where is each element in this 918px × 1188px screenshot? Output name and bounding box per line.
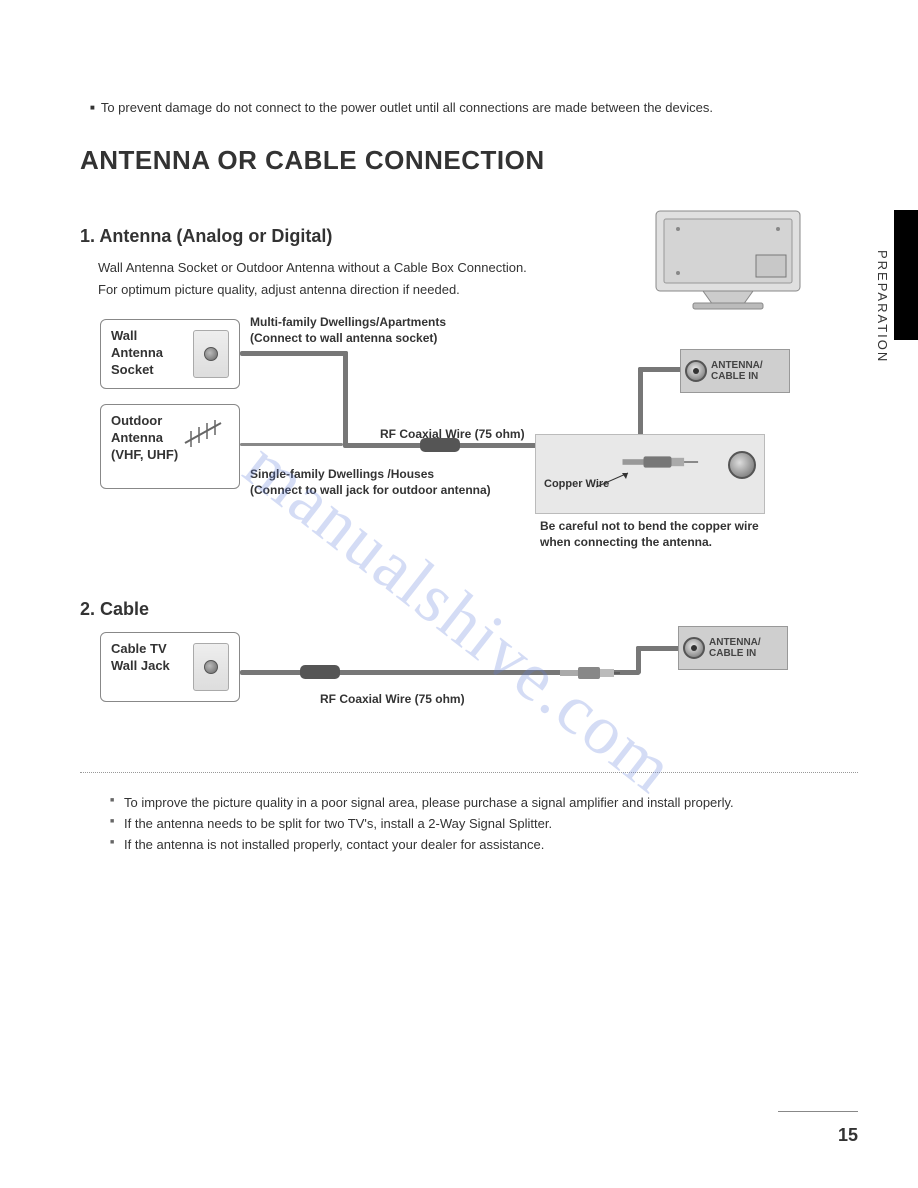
arrow-icon xyxy=(596,471,636,491)
copper-wire-warning: Be careful not to bend the copper wire w… xyxy=(540,519,780,550)
antenna-cable-in-port: ANTENNA/ CABLE IN xyxy=(680,349,790,393)
tv-back-illustration xyxy=(648,205,808,315)
divider xyxy=(80,772,858,773)
wall-antenna-socket-box: Wall Antenna Socket xyxy=(100,319,240,389)
single-family-note: Single-family Dwellings /Houses (Connect… xyxy=(250,467,491,498)
outdoor-antenna-box: Outdoor Antenna (VHF, UHF) xyxy=(100,404,240,489)
page-number: 15 xyxy=(838,1125,858,1146)
cable-connection-diagram: Cable TV Wall Jack ANTENNA/ CABLE IN RF … xyxy=(80,632,858,742)
top-warning-note: To prevent damage do not connect to the … xyxy=(80,100,858,115)
cable-segment xyxy=(343,351,348,446)
ferrite-core-icon xyxy=(300,665,340,679)
note-item: If the antenna is not installed properly… xyxy=(110,835,858,856)
antenna-cable-in-port: ANTENNA/ CABLE IN xyxy=(678,626,788,670)
port-label: ANTENNA/ CABLE IN xyxy=(711,360,763,382)
coax-jack-icon xyxy=(685,360,707,382)
note-item: If the antenna needs to be split for two… xyxy=(110,814,858,835)
coax-jack-closeup-icon xyxy=(728,451,756,479)
antenna-connection-diagram: Wall Antenna Socket Outdoor Antenna (VHF… xyxy=(80,319,858,569)
note-item: To improve the picture quality in a poor… xyxy=(110,793,858,814)
cable-segment xyxy=(240,443,343,446)
coax-jack-icon xyxy=(683,637,705,659)
outdoor-antenna-label: Outdoor Antenna (VHF, UHF) xyxy=(111,413,178,462)
section-tab-marker xyxy=(894,210,918,340)
rf-wire-label-2: RF Coaxial Wire (75 ohm) xyxy=(320,692,465,708)
copper-wire-detail-box: Copper Wire xyxy=(535,434,765,514)
section2-heading: 2. Cable xyxy=(80,599,858,620)
yagi-antenna-icon xyxy=(181,413,227,449)
wall-antenna-socket-label: Wall Antenna Socket xyxy=(111,328,163,377)
wall-plate-icon xyxy=(193,330,229,378)
main-title: ANTENNA OR CABLE CONNECTION xyxy=(80,145,858,176)
port-label: ANTENNA/ CABLE IN xyxy=(709,637,761,659)
ferrite-core-icon xyxy=(420,438,460,452)
multi-family-note: Multi-family Dwellings/Apartments (Conne… xyxy=(250,315,446,346)
cable-tv-wall-jack-box: Cable TV Wall Jack xyxy=(100,632,240,702)
rf-connector-icon xyxy=(560,666,620,680)
cable-segment xyxy=(636,646,682,651)
wall-plate-icon xyxy=(193,643,229,691)
rf-connector-closeup-icon xyxy=(606,455,716,469)
section-side-label: PREPARATION xyxy=(875,250,890,363)
cable-segment xyxy=(638,367,684,372)
notes-list: To improve the picture quality in a poor… xyxy=(80,793,858,855)
cable-tv-wall-jack-label: Cable TV Wall Jack xyxy=(111,641,170,673)
cable-segment xyxy=(240,351,348,356)
